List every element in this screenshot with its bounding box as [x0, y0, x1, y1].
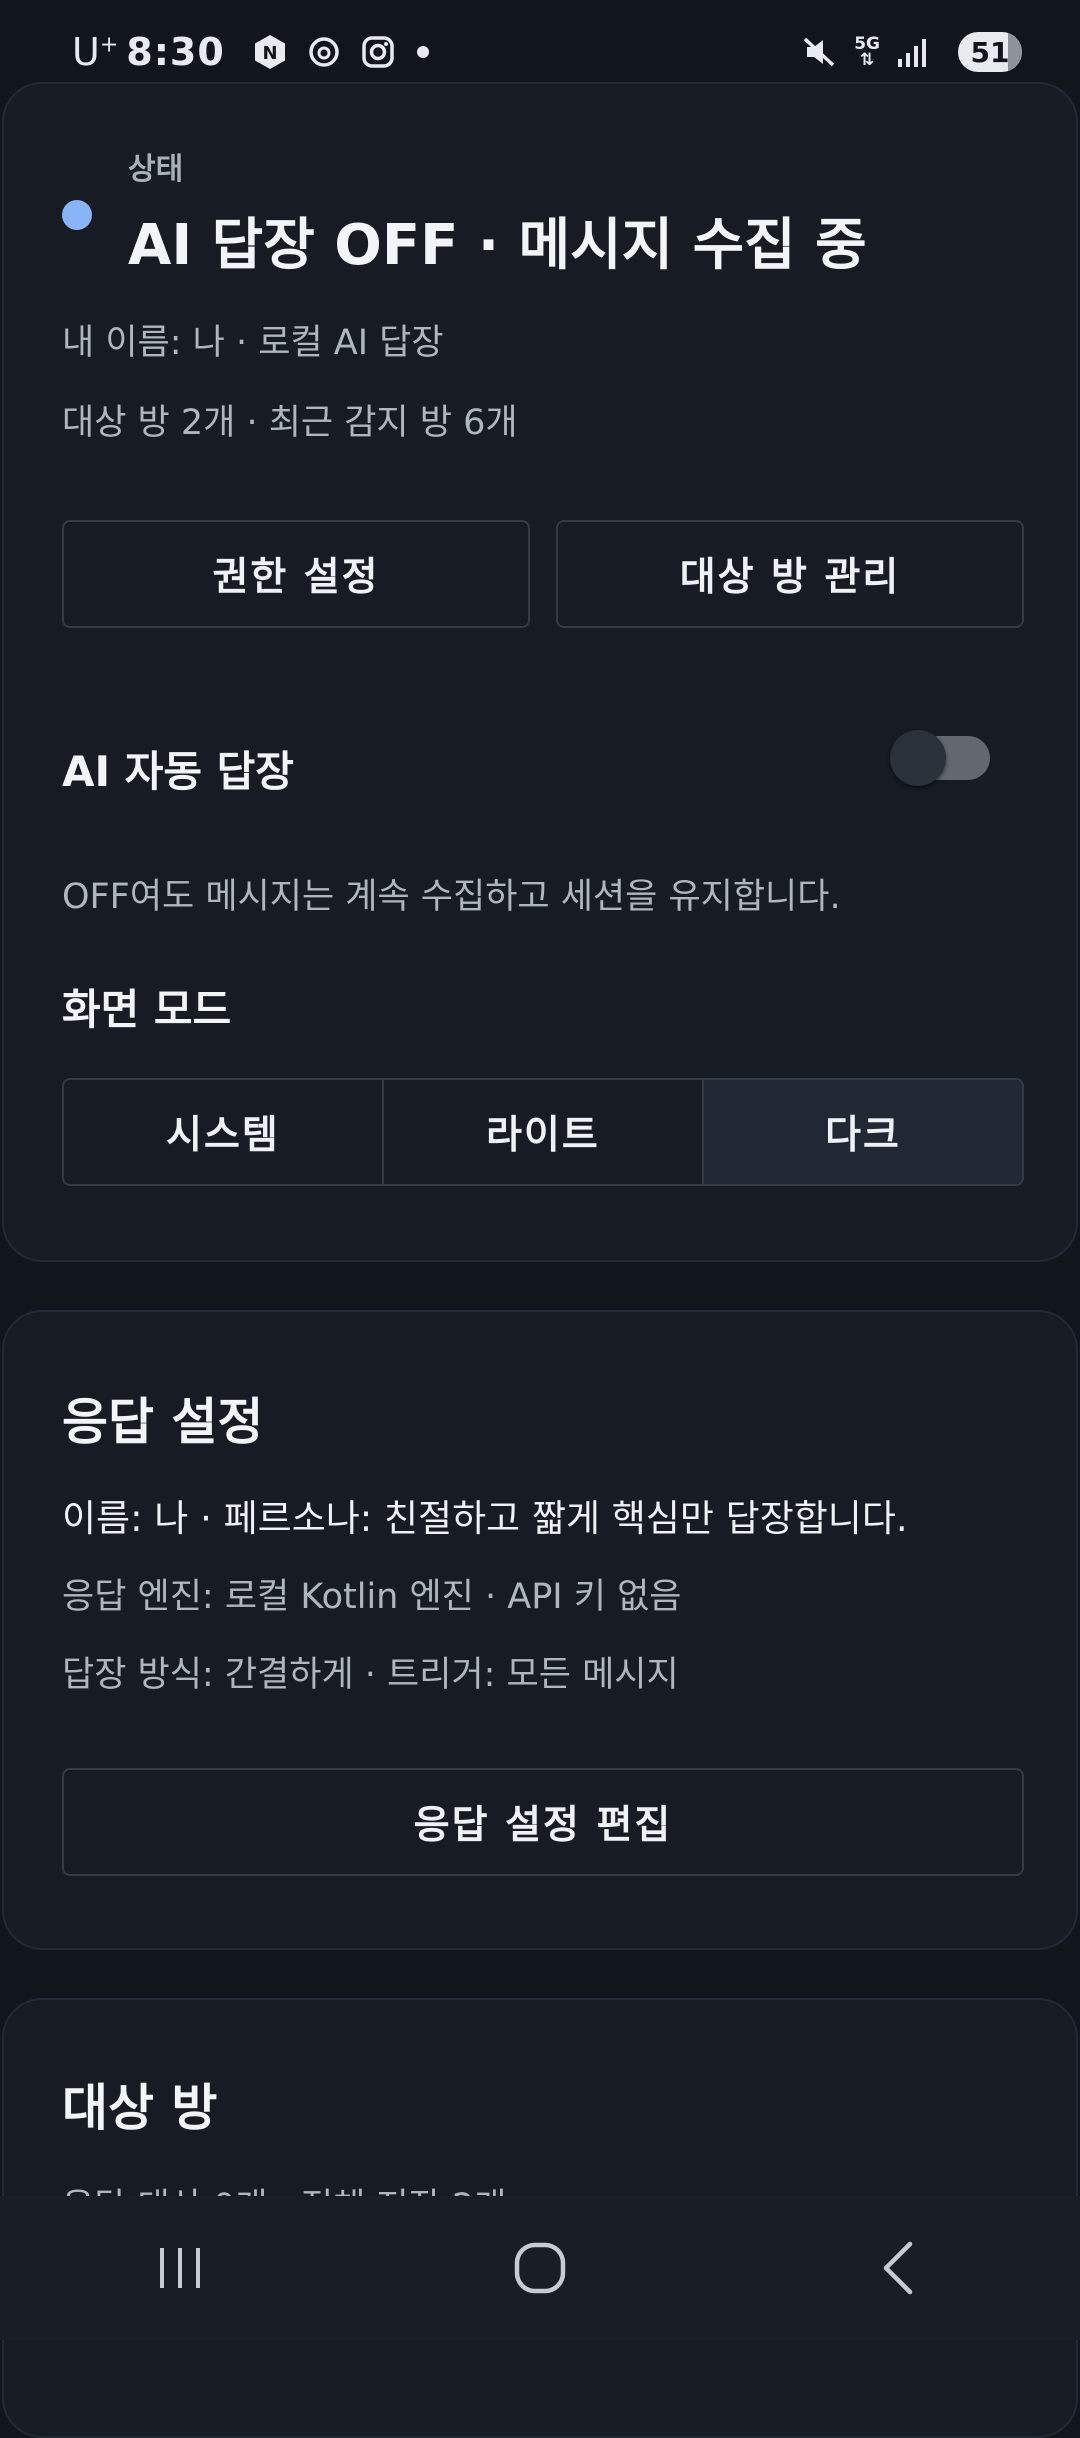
status-caption: 상태 — [128, 152, 184, 187]
response-settings-title: 응답 설정 — [62, 1393, 264, 1451]
clock: 8:30 — [126, 30, 225, 74]
battery-indicator: 51 — [958, 32, 1022, 72]
status-title: AI 답장 OFF · 메시지 수집 중 — [128, 213, 867, 278]
screen-mode-selector: 시스템 라이트 다크 — [62, 1078, 1024, 1186]
screen-mode-dark[interactable]: 다크 — [704, 1080, 1022, 1184]
back-icon — [883, 2241, 913, 2295]
status-bar-right: 5G ⇅ 51 — [800, 32, 1022, 72]
screen-mode-light[interactable]: 라이트 — [384, 1080, 704, 1184]
svg-text:N: N — [262, 43, 277, 64]
threads-icon — [305, 33, 343, 71]
instagram-icon — [359, 33, 397, 71]
auto-reply-hint: OFF여도 메시지는 계속 수집하고 세션을 유지합니다. — [62, 877, 841, 917]
permission-settings-button[interactable]: 권한 설정 — [62, 520, 530, 628]
notification-dot — [416, 46, 429, 58]
target-rooms-title: 대상 방 — [62, 2079, 218, 2137]
signal-icon — [892, 33, 930, 71]
n-app-icon: N — [251, 33, 289, 71]
carrier-label: U+ — [72, 30, 119, 74]
home-icon — [514, 2242, 566, 2294]
status-indicator-dot — [62, 200, 92, 230]
manage-target-rooms-button[interactable]: 대상 방 관리 — [556, 520, 1024, 628]
recent-apps-icon — [160, 2248, 200, 2288]
edit-response-settings-button[interactable]: 응답 설정 편집 — [62, 1768, 1024, 1876]
status-bar-left: U+ 8:30 N — [72, 30, 429, 74]
screen-mode-label: 화면 모드 — [62, 985, 232, 1034]
persona-line: 이름: 나 · 페르소나: 친절하고 짧게 핵심만 답장합니다. — [62, 1497, 908, 1540]
toggle-knob — [890, 730, 946, 786]
status-card: 상태 AI 답장 OFF · 메시지 수집 중 내 이름: 나 · 로컬 AI … — [2, 82, 1078, 1262]
my-name-line: 내 이름: 나 · 로컬 AI 답장 — [62, 323, 444, 363]
recent-apps-button[interactable] — [110, 2218, 250, 2318]
home-button[interactable] — [470, 2218, 610, 2318]
auto-reply-toggle[interactable] — [890, 730, 990, 786]
response-settings-card: 응답 설정 이름: 나 · 페르소나: 친절하고 짧게 핵심만 답장합니다. 응… — [2, 1310, 1078, 1950]
reply-style-line: 답장 방식: 간결하게 · 트리거: 모든 메시지 — [62, 1655, 679, 1695]
target-rooms-line: 대상 방 2개 · 최근 감지 방 6개 — [62, 403, 518, 443]
mute-icon — [800, 33, 838, 71]
auto-reply-label: AI 자동 답장 — [62, 747, 294, 796]
status-header: 상태 AI 답장 OFF · 메시지 수집 중 — [62, 144, 867, 281]
back-button[interactable] — [830, 2218, 970, 2318]
engine-line: 응답 엔진: 로컬 Kotlin 엔진 · API 키 없음 — [62, 1577, 682, 1617]
network-type-icon: 5G ⇅ — [854, 34, 880, 70]
system-navigation-bar — [0, 2196, 1080, 2340]
screen-mode-system[interactable]: 시스템 — [64, 1080, 384, 1184]
